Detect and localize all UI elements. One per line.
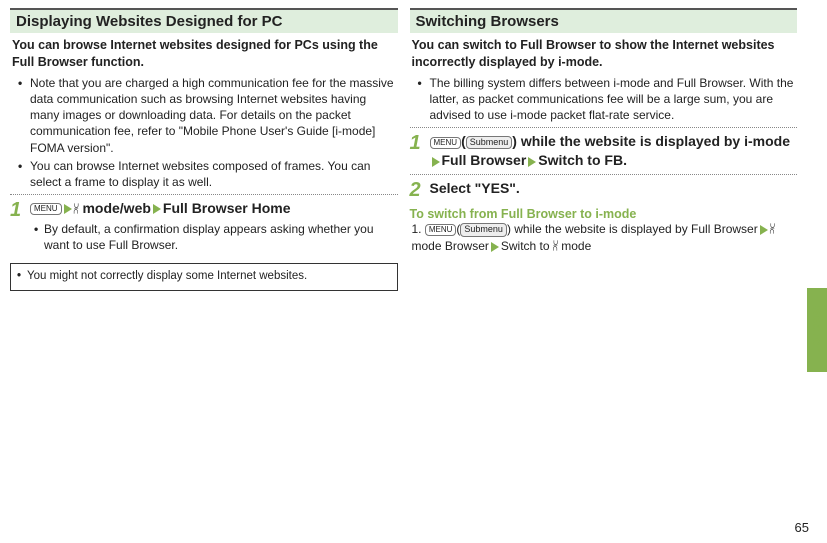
imode-icon: ⩈ [770, 222, 775, 238]
right-heading: Switching Browsers [410, 8, 798, 33]
menu-button-icon: MENU [30, 203, 62, 215]
left-column: Displaying Websites Designed for PC You … [10, 8, 398, 291]
step-number: 1 [410, 132, 430, 170]
menu-button-icon: MENU [430, 137, 462, 149]
right-step-1: 1 MENU(Submenu) while the website is dis… [410, 132, 798, 170]
subhead-green: To switch from Full Browser to i-mode [410, 207, 798, 221]
menu-button-icon: MENU [425, 224, 457, 236]
side-tab-label: Search [810, 306, 825, 355]
left-step-1: 1 MENU⩈ mode/webFull Browser Home By def… [10, 199, 398, 257]
left-bullets: Note that you are charged a high communi… [10, 75, 398, 190]
arrow-icon [432, 157, 440, 167]
right-bullets: The billing system differs between i-mod… [410, 75, 798, 124]
step-number: 2 [410, 179, 430, 201]
right-intro: You can switch to Full Browser to show t… [410, 33, 798, 73]
dotted-separator [410, 127, 798, 128]
dotted-separator [10, 194, 398, 195]
sub-procedure: 1. MENU(Submenu) while the website is di… [410, 221, 798, 256]
page-number: 65 [795, 520, 809, 535]
submenu-pill-icon: Submenu [466, 136, 513, 150]
step-number: 1 [10, 199, 30, 257]
right-bullet-1: The billing system differs between i-mod… [428, 75, 798, 124]
left-step1-sub: By default, a confirmation display appea… [44, 221, 398, 253]
full-browser-home-text: Full Browser Home [163, 200, 291, 216]
arrow-icon [64, 204, 72, 214]
right-column: Switching Browsers You can switch to Ful… [410, 8, 798, 291]
step2-text: Select "YES". [430, 179, 798, 201]
note-box: You might not correctly display some Int… [10, 263, 398, 291]
step1-text-b: Full Browser [442, 152, 527, 168]
left-bullet-2: You can browse Internet websites compose… [28, 158, 398, 190]
sub-text-d: mode [558, 239, 591, 253]
left-intro: You can browse Internet websites designe… [10, 33, 398, 73]
arrow-icon [491, 242, 499, 252]
sub-prefix: 1. [412, 222, 425, 236]
note-text: You might not correctly display some Int… [17, 269, 391, 285]
arrow-icon [153, 204, 161, 214]
step1-text-c: Switch to FB. [538, 152, 627, 168]
arrow-icon [528, 157, 536, 167]
submenu-pill-icon: Submenu [460, 223, 507, 237]
dotted-separator [410, 174, 798, 175]
left-heading: Displaying Websites Designed for PC [10, 8, 398, 33]
sub-text-a: ) while the website is displayed by Full… [507, 222, 758, 236]
left-bullet-1: Note that you are charged a high communi… [28, 75, 398, 156]
step1-text-a: ) while the website is displayed by i-mo… [512, 133, 790, 149]
sub-text-c: Switch to [501, 239, 553, 253]
mode-web-text: mode/web [79, 200, 151, 216]
sub-text-b: mode Browser [412, 239, 489, 253]
arrow-icon [760, 225, 768, 235]
right-step-2: 2 Select "YES". [410, 179, 798, 201]
